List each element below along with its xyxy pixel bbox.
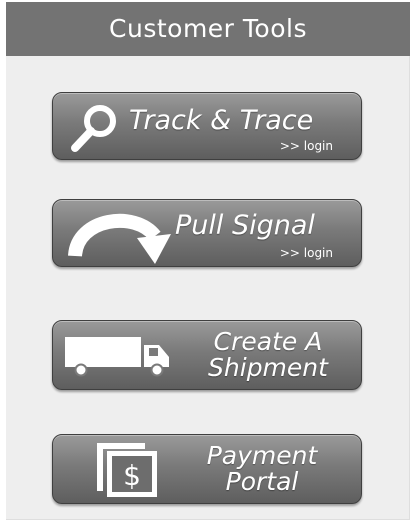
track-and-trace-login-link[interactable]: >> login: [280, 140, 333, 152]
payment-portal-button[interactable]: $ Payment Portal: [52, 434, 362, 504]
create-shipment-button[interactable]: Create A Shipment: [52, 320, 362, 390]
svg-text:$: $: [123, 459, 141, 492]
create-shipment-line1: Create A: [213, 327, 323, 356]
payment-portal-line2: Portal: [225, 467, 299, 496]
track-and-trace-label: Track & Trace: [129, 105, 314, 136]
payment-portal-line1: Payment: [206, 441, 318, 470]
pull-signal-button[interactable]: Pull Signal >> login: [52, 199, 362, 267]
search-icon: [71, 105, 116, 152]
curved-arrow-icon: [68, 213, 171, 264]
payment-portal-label: Payment Portal: [177, 443, 347, 495]
panel-title: Customer Tools: [6, 2, 410, 56]
pull-signal-label: Pull Signal: [175, 210, 315, 241]
pull-signal-login-link[interactable]: >> login: [280, 247, 333, 259]
track-and-trace-button[interactable]: Track & Trace >> login: [52, 92, 362, 160]
customer-tools-panel: Customer Tools Track & Trace >> login Pu…: [6, 2, 410, 520]
truck-icon: [65, 337, 169, 377]
create-shipment-label: Create A Shipment: [183, 329, 353, 381]
dollar-document-icon: $: [97, 443, 157, 497]
create-shipment-line2: Shipment: [208, 353, 328, 382]
